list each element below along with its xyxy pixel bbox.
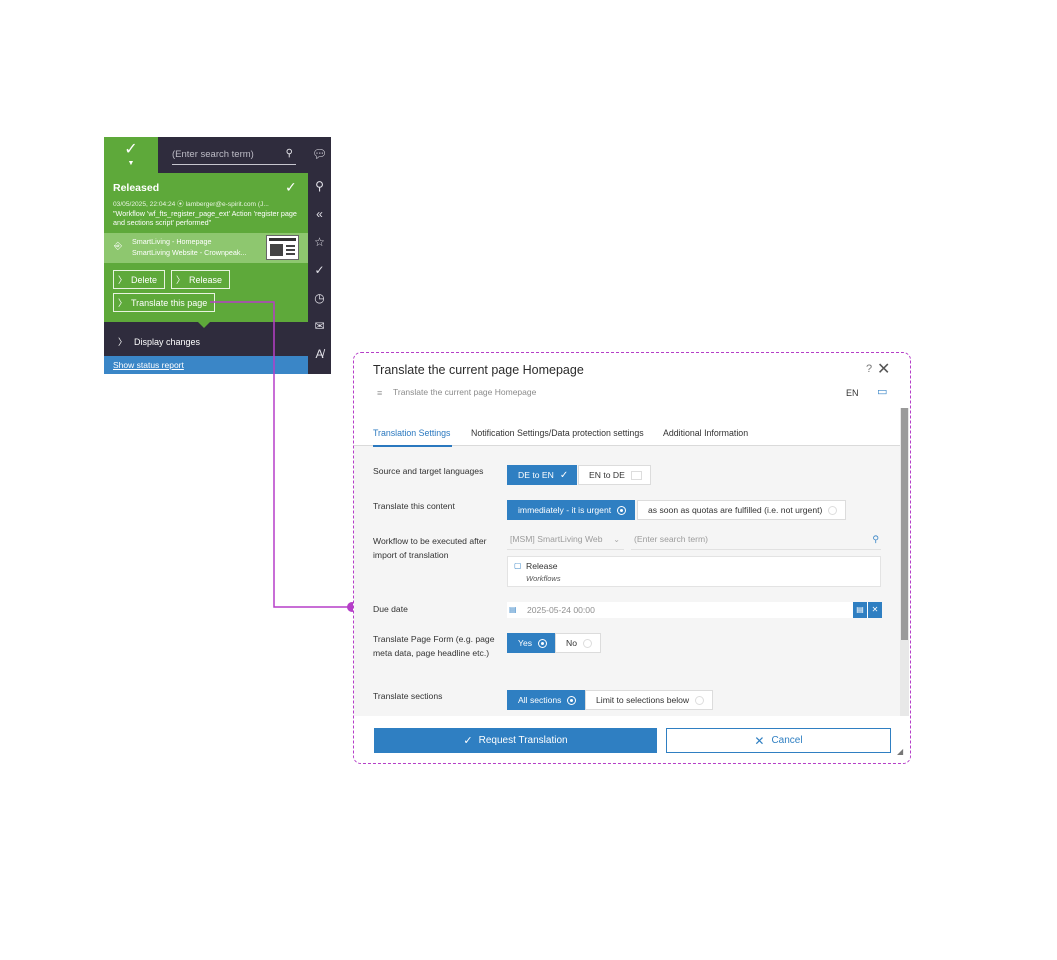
request-translation-button[interactable]: ✓ Request Translation [374,728,657,753]
calendar-icon[interactable]: ▤ [853,602,867,618]
dialog-title: Translate the current page Homepage [373,363,584,377]
release-button[interactable]: 〉 Release [171,270,231,289]
arrow-right-icon: 〉 [118,298,128,308]
tab-additional-information[interactable]: Additional Information [663,428,748,438]
tab-translation-settings[interactable]: Translation Settings [373,428,450,438]
clear-icon[interactable]: ✕ [868,602,882,618]
page-name: SmartLiving - Homepage [132,237,212,246]
workflow-search-input[interactable]: (Enter search term) ⚲ [631,534,881,550]
status-report-strip: Show status report [104,356,308,374]
languages-label: Source and target languages [373,466,484,476]
active-tab-indicator [373,445,452,447]
selected-workflow[interactable]: ▢ Release Workflows [507,556,881,587]
translate-content-label: Translate this content [373,501,455,511]
workflow-type: Workflows [526,574,561,583]
translate-dialog: Translate the current page Homepage ? ✕ … [353,352,911,764]
option-limit-sections[interactable]: Limit to selections below [585,690,714,710]
show-status-report-link[interactable]: Show status report [113,360,184,370]
option-no[interactable]: No [555,633,601,653]
due-date-label: Due date [373,604,408,614]
delete-button[interactable]: 〉 Delete [113,270,166,289]
arrow-right-icon: 〉 [118,275,128,285]
tab-bar: Translation Settings Notification Settin… [354,408,900,447]
radio-icon [617,505,627,515]
workflow-icon: ▢ [514,561,522,570]
option-de-to-en[interactable]: DE to EN ✓ [507,465,578,485]
check-icon[interactable]: ✓ [308,264,331,276]
search-icon[interactable]: ⚲ [286,148,293,159]
option-yes[interactable]: Yes [507,633,557,653]
sections-label: Translate sections [373,691,443,701]
caret-down-icon: ▼ [127,160,135,167]
chevron-down-icon: ⌄ [613,535,620,544]
due-date-field[interactable]: ▤ 2025-05-24 00:00 ▤ ✕ [507,602,882,618]
spellcheck-icon[interactable]: A̸ [308,348,331,360]
option-all-sections[interactable]: All sections [507,690,586,710]
resize-handle-icon[interactable]: ◢ [897,747,903,756]
radio-icon [583,638,592,648]
comment-icon[interactable]: 💬︎ [308,148,331,160]
cancel-button[interactable]: ✕ Cancel [666,728,891,753]
dialog-footer: ✓ Request Translation ✕ Cancel [354,716,910,763]
checkbox-icon [630,470,642,480]
radio-icon [828,505,838,515]
page-icon: ⎆ [114,241,122,252]
comment-icon[interactable]: ▭ [877,385,887,398]
page-form-label: Translate Page Form (e.g. page meta data… [373,634,495,658]
site-name: SmartLiving Website - Crownpeak... [132,248,247,257]
close-icon[interactable]: ✕ [877,359,890,379]
display-changes-row[interactable]: 〉 Display changes [104,322,308,356]
display-changes-label: Display changes [134,337,201,347]
due-date-value: 2025-05-24 00:00 [527,605,595,615]
option-when-quotas-fulfilled[interactable]: as soon as quotas are fulfilled (i.e. no… [637,500,847,520]
released-check-icon: ✓ [285,179,297,195]
search-icon[interactable]: ⚲ [872,534,879,545]
arrow-right-icon: 〉 [176,275,186,285]
workflow-label: Workflow to be executed after import of … [373,536,487,560]
translate-page-button[interactable]: 〉 Translate this page [113,293,216,312]
list-icon: ≡ [377,388,383,398]
workflow-status-panel: ✓ ▼ Released ✓ 03/05/2025, 22:04:24 ⦿ la… [104,137,331,374]
help-icon[interactable]: ? [866,363,872,375]
workflow-message: "Workflow 'wf_fts_register_page_ext' Act… [113,209,297,227]
page-thumbnail [266,235,299,260]
radio-icon [567,695,577,705]
collapse-icon[interactable]: « [308,208,331,220]
tab-notification-settings[interactable]: Notification Settings/Data protection se… [471,428,644,438]
workflow-project-select[interactable]: [MSM] SmartLiving Web ⌄ [507,534,624,550]
status-search: (Enter search term) ⚲ [158,137,308,173]
star-icon[interactable]: ☆ [308,236,331,248]
radio-icon [695,695,705,705]
scrollbar[interactable] [900,408,909,716]
history-icon[interactable]: ◷ [308,292,331,304]
side-toolbar: 💬︎ ⚲ « ☆ ✓ ◷ ✉ A̸ [308,137,331,374]
mail-icon[interactable]: ✉ [308,320,331,332]
language-selector[interactable]: EN [846,388,859,398]
workflow-name: Release [526,561,558,571]
option-immediately[interactable]: immediately - it is urgent [507,500,636,520]
status-title: Released [113,182,160,194]
dialog-subtitle: Translate the current page Homepage [393,387,537,397]
status-meta: 03/05/2025, 22:04:24 ⦿ lamberger@e-spiri… [113,201,269,208]
status-toggle-button[interactable]: ✓ ▼ [104,137,158,173]
radio-icon [538,638,548,648]
check-icon: ✓ [124,141,138,158]
check-icon: ✓ [559,469,569,481]
notch [198,322,210,328]
option-en-to-de[interactable]: EN to DE [578,465,651,485]
arrow-right-icon: 〉 [118,337,128,347]
search-icon[interactable]: ⚲ [308,180,331,192]
close-icon: ✕ [754,733,765,748]
search-input[interactable]: (Enter search term) ⚲ [172,148,296,165]
calendar-icon: ▤ [509,605,517,614]
page-reference-row[interactable]: ⎆ SmartLiving - Homepage SmartLiving Web… [104,233,308,263]
check-icon: ✓ [463,735,473,747]
